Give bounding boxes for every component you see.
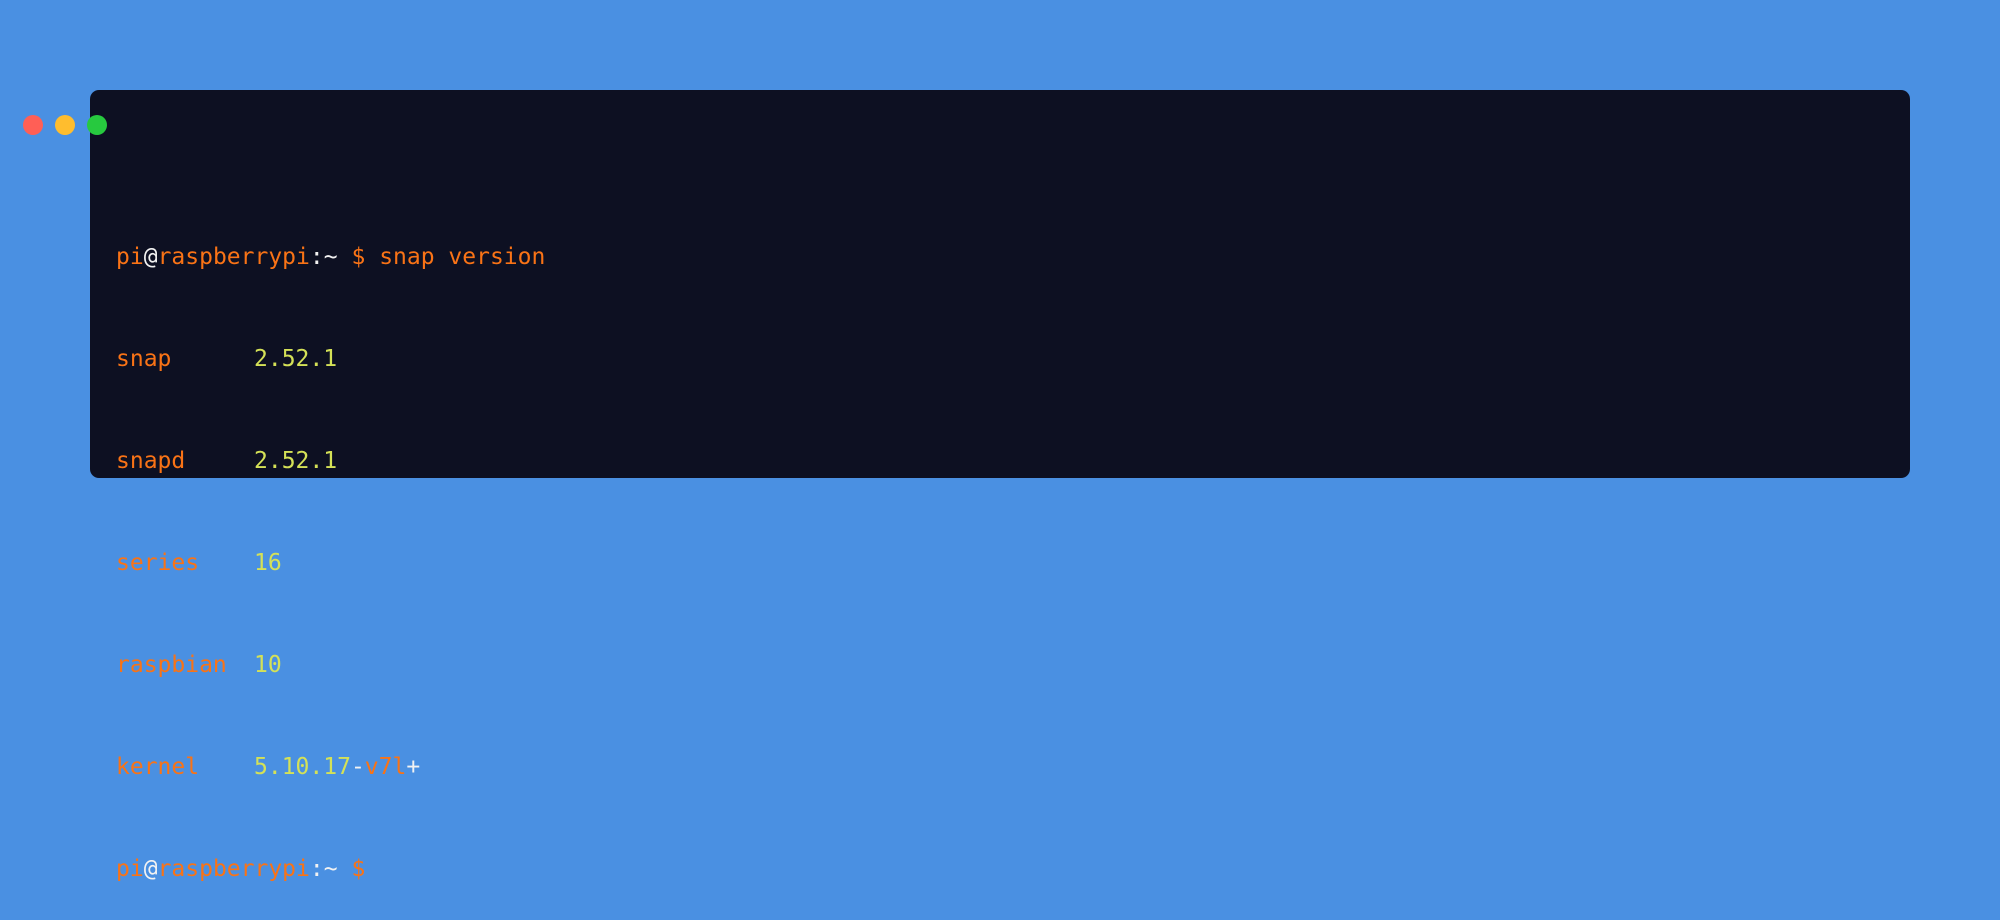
terminal-output[interactable]: pi@raspberrypi:~ $ snap version snap 2.52…	[116, 172, 545, 920]
prompt-host: raspberrypi	[157, 856, 310, 882]
output-row-kernel: kernel 5.10.17-v7l+	[116, 750, 545, 784]
output-row: snapd 2.52.1	[116, 444, 545, 478]
prompt-colon: :	[309, 244, 324, 270]
prompt-path: ~	[323, 856, 338, 882]
output-row: raspbian 10	[116, 648, 545, 682]
prompt-user: pi	[116, 244, 144, 270]
command-line: pi@raspberrypi:~ $ snap version	[116, 240, 545, 274]
prompt-line: pi@raspberrypi:~ $	[116, 852, 545, 886]
output-value: 16	[254, 550, 282, 576]
output-key: series	[116, 550, 200, 576]
prompt-at: @	[143, 244, 158, 270]
kernel-version: 5.10.17	[254, 754, 351, 780]
prompt-at: @	[143, 856, 158, 882]
kernel-dash: -	[350, 754, 365, 780]
kernel-arch: v7l	[364, 754, 407, 780]
output-row: snap 2.52.1	[116, 342, 545, 376]
command-text: snap version	[379, 244, 546, 270]
prompt-host: raspberrypi	[157, 244, 310, 270]
output-row: series 16	[116, 546, 545, 580]
output-value: 10	[254, 652, 282, 678]
close-button[interactable]	[23, 115, 43, 135]
output-key: snapd	[116, 448, 186, 474]
output-value: 2.52.1	[254, 346, 338, 372]
prompt-symbol: $	[351, 856, 366, 882]
output-key: kernel	[116, 754, 200, 780]
minimize-button[interactable]	[55, 115, 75, 135]
prompt-symbol: $	[351, 244, 366, 270]
prompt-user: pi	[116, 856, 144, 882]
prompt-colon: :	[309, 856, 324, 882]
output-key: raspbian	[116, 652, 227, 678]
output-value: 2.52.1	[254, 448, 338, 474]
kernel-plus: +	[406, 754, 421, 780]
output-key: snap	[116, 346, 172, 372]
maximize-button[interactable]	[87, 115, 107, 135]
prompt-path: ~	[323, 244, 338, 270]
